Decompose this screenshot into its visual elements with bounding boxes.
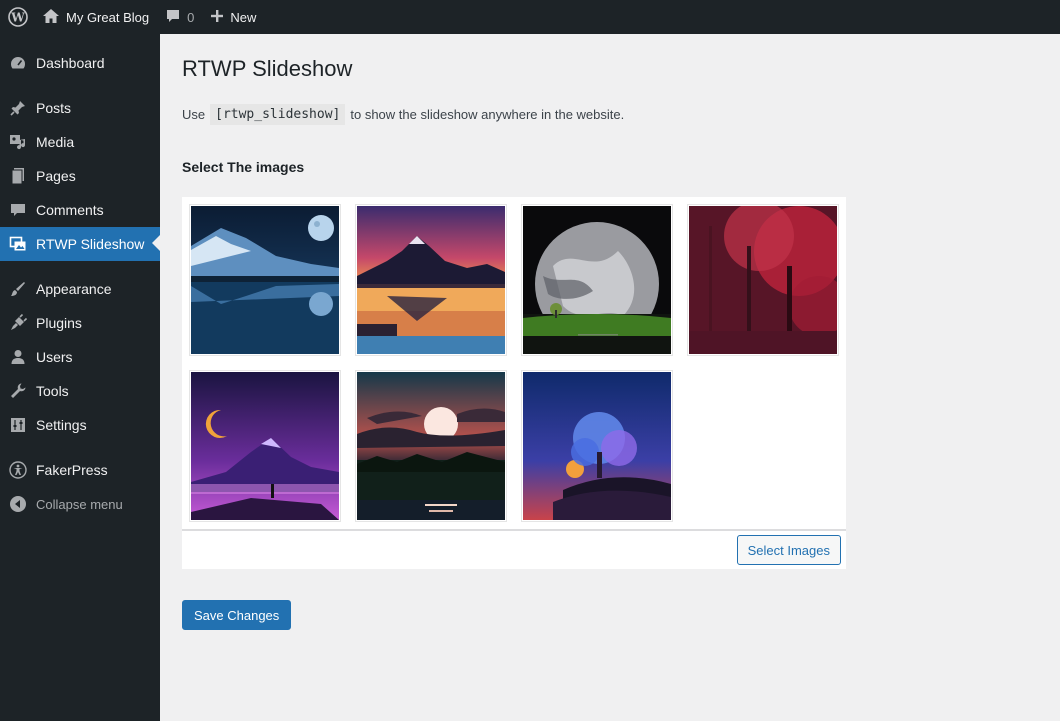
gallery-image[interactable] bbox=[687, 204, 839, 356]
menu-item-fakerpress[interactable]: FakerPress bbox=[0, 453, 160, 487]
menu-item-comments[interactable]: Comments bbox=[0, 193, 160, 227]
user-icon bbox=[9, 348, 27, 366]
comment-icon bbox=[9, 201, 27, 219]
save-changes-button[interactable]: Save Changes bbox=[182, 600, 292, 630]
wordpress-logo-icon[interactable]: W bbox=[0, 0, 36, 34]
menu-item-plugins[interactable]: Plugins bbox=[0, 306, 160, 340]
slideshow-icon bbox=[9, 235, 27, 253]
pin-icon bbox=[9, 99, 27, 117]
comments-link[interactable]: 0 bbox=[157, 0, 202, 34]
menu-item-appearance[interactable]: Appearance bbox=[0, 272, 160, 306]
menu-label: Comments bbox=[36, 202, 104, 218]
site-name: My Great Blog bbox=[66, 9, 150, 25]
gallery-image[interactable] bbox=[521, 370, 673, 522]
menu-item-posts[interactable]: Posts bbox=[0, 91, 160, 125]
menu-label: FakerPress bbox=[36, 462, 108, 478]
brush-icon bbox=[9, 280, 27, 298]
description-prefix: Use bbox=[182, 107, 206, 122]
page-title: RTWP Slideshow bbox=[182, 56, 353, 81]
wrench-icon bbox=[9, 382, 27, 400]
gallery-image[interactable] bbox=[521, 204, 673, 356]
menu-item-rtwp-slideshow[interactable]: RTWP Slideshow bbox=[0, 227, 160, 261]
menu-label: Users bbox=[36, 349, 73, 365]
main-content: RTWP Slideshow Use [rtwp_slideshow] to s… bbox=[182, 34, 1042, 630]
menu-item-dashboard[interactable]: Dashboard bbox=[0, 46, 160, 80]
gallery-image[interactable] bbox=[355, 204, 507, 356]
menu-item-pages[interactable]: Pages bbox=[0, 159, 160, 193]
admin-menu: Dashboard Posts Media Pages Comments RTW… bbox=[0, 34, 160, 721]
comments-count: 0 bbox=[187, 9, 195, 25]
shortcode: [rtwp_slideshow] bbox=[210, 104, 346, 125]
svg-text:W: W bbox=[10, 11, 25, 25]
menu-item-media[interactable]: Media bbox=[0, 125, 160, 159]
menu-label: Plugins bbox=[36, 315, 82, 331]
description-suffix: to show the slideshow anywhere in the we… bbox=[350, 107, 625, 122]
menu-item-settings[interactable]: Settings bbox=[0, 408, 160, 442]
comment-bubble-icon bbox=[165, 8, 181, 27]
menu-label: RTWP Slideshow bbox=[36, 236, 145, 252]
plug-icon bbox=[9, 314, 27, 332]
gallery-image[interactable] bbox=[189, 370, 341, 522]
home-icon bbox=[42, 8, 60, 27]
plus-icon bbox=[210, 9, 224, 26]
collapse-icon bbox=[9, 495, 27, 513]
settings-icon bbox=[9, 416, 27, 434]
menu-label: Pages bbox=[36, 168, 76, 184]
dashboard-icon bbox=[9, 54, 27, 72]
menu-item-users[interactable]: Users bbox=[0, 340, 160, 374]
admin-bar: W My Great Blog 0 New bbox=[0, 0, 1060, 34]
menu-label: Media bbox=[36, 134, 75, 150]
collapse-menu-button[interactable]: Collapse menu bbox=[0, 487, 160, 521]
pages-icon bbox=[9, 167, 27, 185]
menu-item-tools[interactable]: Tools bbox=[0, 374, 160, 408]
description: Use [rtwp_slideshow] to show the slidesh… bbox=[182, 104, 1042, 125]
menu-label: Collapse menu bbox=[36, 496, 123, 512]
gallery-image[interactable] bbox=[189, 204, 341, 356]
media-icon bbox=[9, 133, 27, 151]
select-images-button[interactable]: Select Images bbox=[736, 535, 841, 565]
site-name-link[interactable]: My Great Blog bbox=[36, 0, 157, 34]
image-gallery: Select Images bbox=[182, 197, 846, 569]
accessibility-icon bbox=[9, 461, 27, 479]
menu-label: Tools bbox=[36, 383, 69, 399]
new-content-link[interactable]: New bbox=[202, 0, 264, 34]
section-title: Select The images bbox=[182, 159, 305, 175]
menu-label: Posts bbox=[36, 100, 72, 116]
menu-label: Appearance bbox=[36, 281, 112, 297]
menu-label: Settings bbox=[36, 417, 87, 433]
gallery-image[interactable] bbox=[355, 370, 507, 522]
menu-label: Dashboard bbox=[36, 55, 105, 71]
new-label: New bbox=[230, 9, 257, 25]
